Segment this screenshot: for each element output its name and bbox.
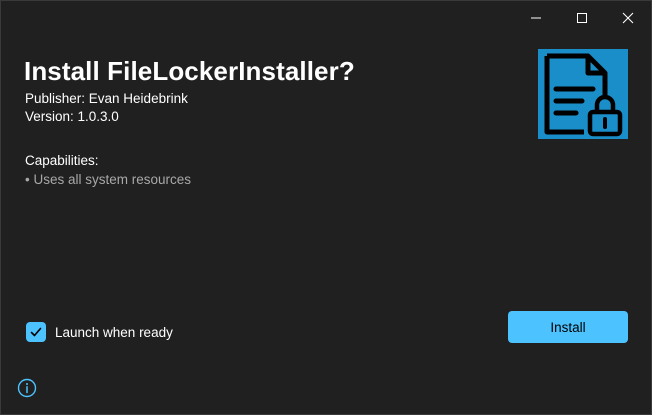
installer-window: Install FileLockerInstaller? Publisher: … — [0, 0, 652, 415]
minimize-icon — [531, 17, 541, 19]
capabilities-heading: Capabilities: — [25, 153, 99, 168]
install-button[interactable]: Install — [508, 311, 628, 343]
app-logo — [538, 49, 628, 139]
capability-item: • Uses all system resources — [25, 172, 192, 187]
minimize-button[interactable] — [513, 1, 559, 35]
version-text: Version: 1.0.3.0 — [25, 109, 119, 124]
caption-buttons — [513, 1, 651, 35]
close-icon — [622, 12, 634, 24]
launch-when-ready-option[interactable]: Launch when ready — [26, 322, 173, 342]
launch-checkbox[interactable] — [26, 322, 46, 342]
checkmark-icon — [30, 327, 42, 337]
install-title: Install FileLockerInstaller? — [24, 56, 355, 86]
close-button[interactable] — [605, 1, 651, 35]
publisher-text: Publisher: Evan Heidebrink — [25, 91, 188, 106]
document-lock-icon — [544, 53, 623, 137]
maximize-button[interactable] — [559, 1, 605, 35]
launch-label: Launch when ready — [55, 324, 173, 340]
maximize-icon — [577, 13, 587, 23]
info-button[interactable] — [17, 378, 37, 398]
info-icon — [17, 378, 37, 398]
